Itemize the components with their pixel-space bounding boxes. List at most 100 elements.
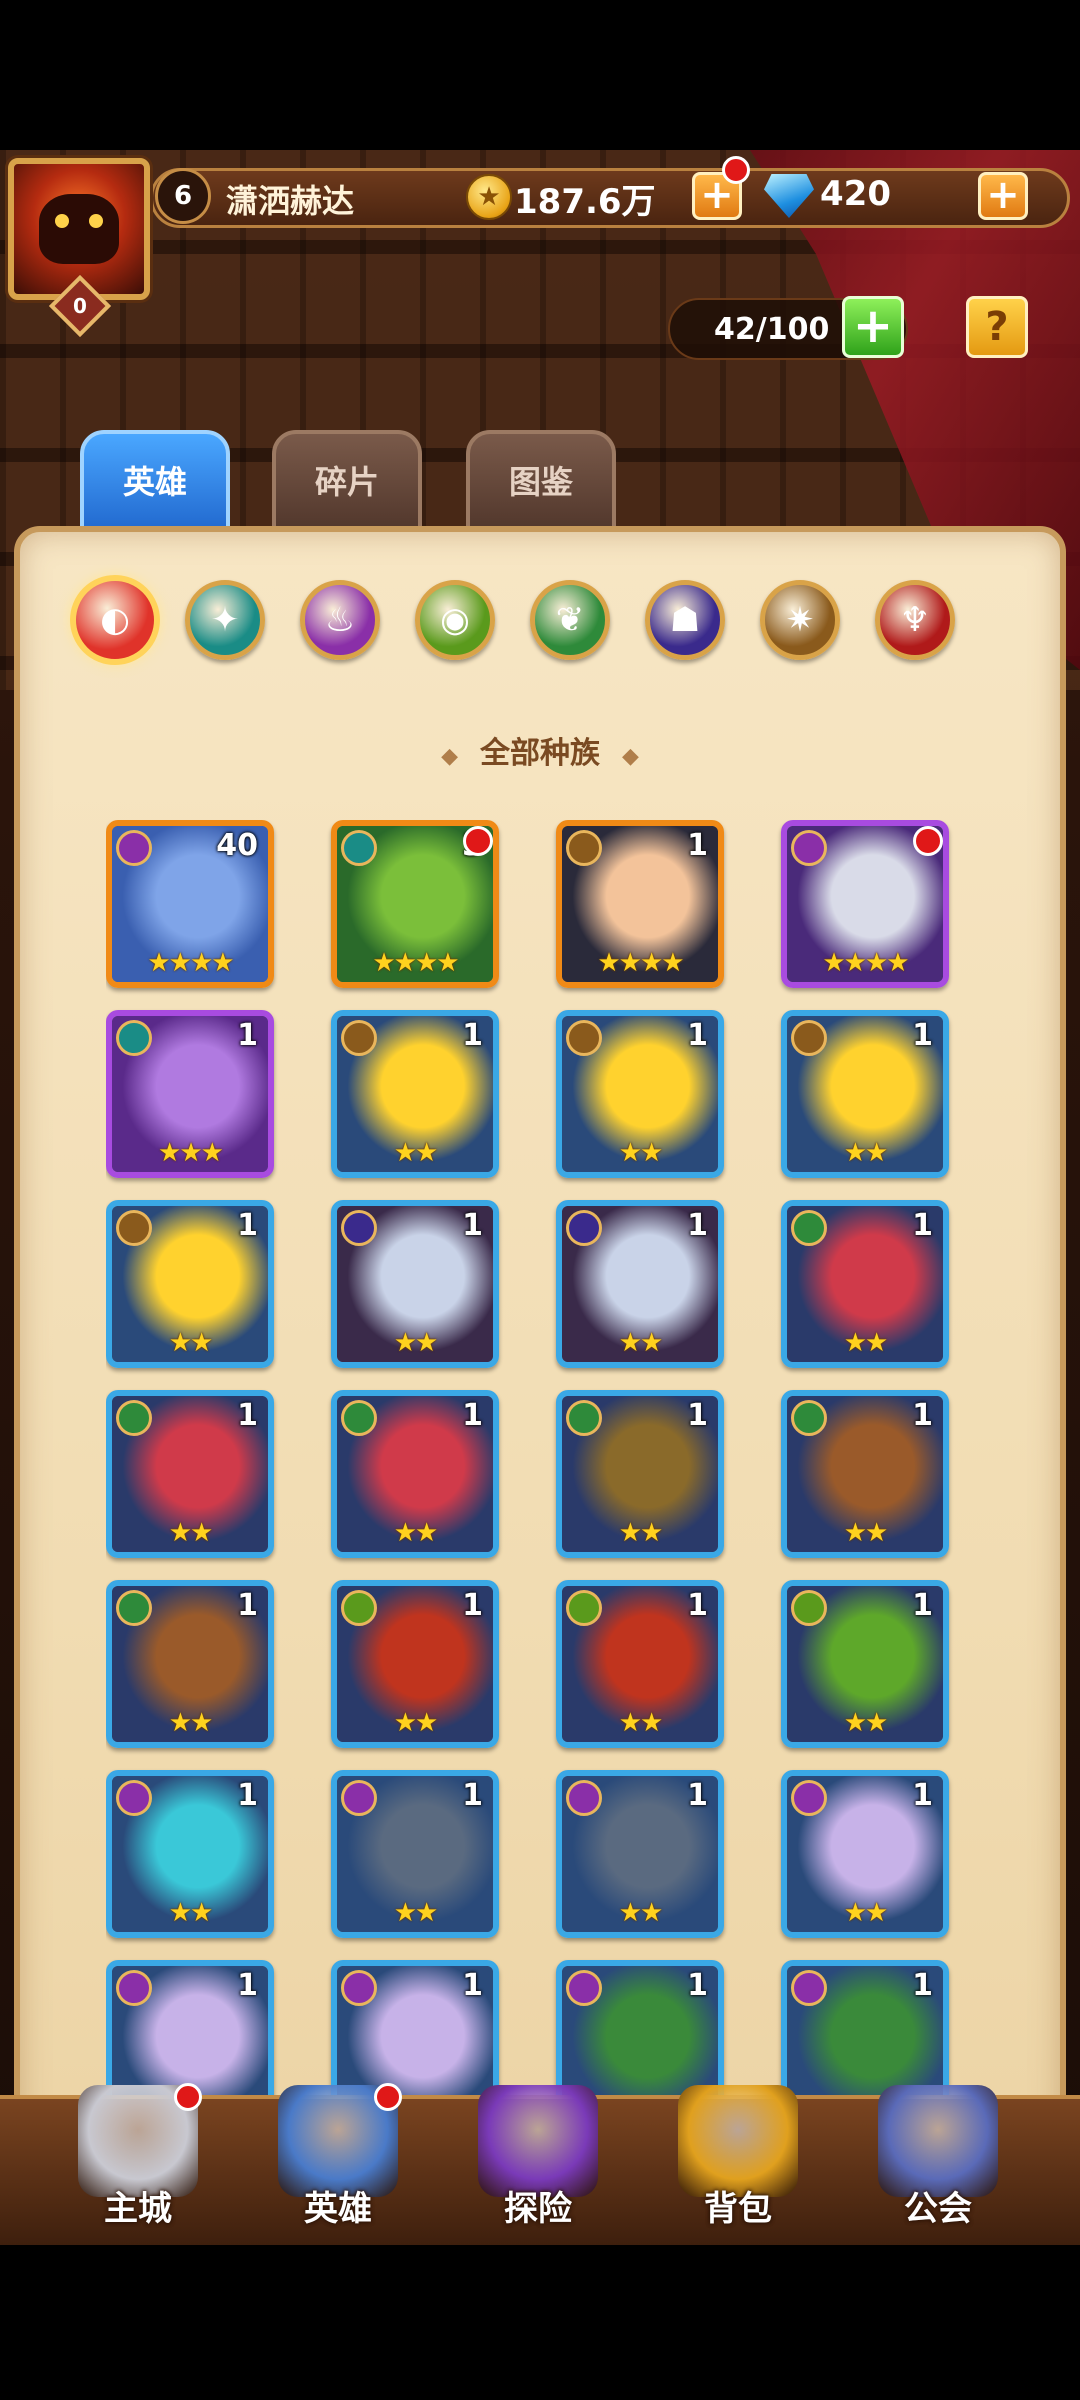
hero-count: 1 <box>462 1588 483 1623</box>
hero-card[interactable]: 1 ★★ <box>331 1580 499 1748</box>
star-rating: ★★★★ <box>372 948 459 978</box>
top-bar: 6 潇洒赫达 ★ 187.6万 + 420 + <box>0 156 1080 242</box>
hero-card[interactable]: 1 ★★★ <box>106 1010 274 1178</box>
filter-race-undead[interactable]: ♨ <box>300 580 380 660</box>
tab-heroes[interactable]: 英雄 <box>80 430 230 540</box>
filter-race-demon[interactable]: ☗ <box>645 580 725 660</box>
hero-card[interactable]: 1 ★★ <box>331 1390 499 1558</box>
nav-label: 背包 <box>704 2189 772 2229</box>
hero-count: 1 <box>237 1968 258 2003</box>
star-rating: ★★ <box>393 1898 439 1928</box>
hero-card[interactable]: 1 ★★ <box>331 1010 499 1178</box>
hero-count: 1 <box>462 1018 483 1053</box>
hero-card[interactable]: 1 ★★ <box>781 1200 949 1368</box>
bottom-navigation: 主城 英雄 探险 背包 公会 <box>0 2083 1080 2245</box>
star-rating: ★★ <box>843 1708 889 1738</box>
filter-race-sea[interactable]: ✦ <box>185 580 265 660</box>
star-rating: ★★ <box>393 1328 439 1358</box>
hero-card[interactable]: ★★★★ <box>781 820 949 988</box>
hero-card[interactable]: 3★★★★ <box>331 820 499 988</box>
nav-bag[interactable]: 背包 <box>648 2085 828 2229</box>
star-rating: ★★ <box>618 1518 664 1548</box>
hero-count: 1 <box>237 1588 258 1623</box>
hero-count: 1 <box>687 1588 708 1623</box>
player-level: 6 <box>155 168 211 224</box>
hero-card[interactable]: 1 ★★ <box>106 1390 274 1558</box>
star-rating: ★★ <box>168 1898 214 1928</box>
hero-card[interactable]: 1 ★★ <box>781 1580 949 1748</box>
race-nature-icon <box>791 1210 827 1246</box>
hero-card[interactable]: 1 ★★ <box>106 1770 274 1938</box>
star-rating: ★★ <box>618 1898 664 1928</box>
hero-count: 40 <box>216 828 258 863</box>
hero-count: 1 <box>912 1208 933 1243</box>
hero-card[interactable]: 1 ★★ <box>106 1200 274 1368</box>
hero-card[interactable]: 1 ★★ <box>556 1770 724 1938</box>
star-rating: ★★ <box>843 1138 889 1168</box>
hero-count: 1 <box>462 1208 483 1243</box>
hero-card[interactable]: 1 ★★ <box>781 1010 949 1178</box>
hero-card[interactable]: 1 ★★ <box>781 1770 949 1938</box>
hero-card[interactable]: 40 ★★★★ <box>106 820 274 988</box>
hero-count: 1 <box>912 1778 933 1813</box>
hero-card[interactable]: 1 ★★ <box>331 1770 499 1938</box>
race-human-icon <box>566 1590 602 1626</box>
tab-fragments[interactable]: 碎片 <box>272 430 422 540</box>
race-undead-icon <box>116 830 152 866</box>
race-undead-icon <box>116 1780 152 1816</box>
race-undead-icon <box>566 1970 602 2006</box>
star-rating: ★★ <box>618 1708 664 1738</box>
hero-card[interactable]: 1 ★★ <box>556 1390 724 1558</box>
hero-count: 1 <box>462 1968 483 2003</box>
star-rating: ★★ <box>618 1328 664 1358</box>
hero-card[interactable]: 1 ★★ <box>556 1010 724 1178</box>
filter-race-mech[interactable]: ✷ <box>760 580 840 660</box>
hero-count: 1 <box>462 1778 483 1813</box>
hero-card[interactable]: 1 ★★ <box>556 1200 724 1368</box>
hero-count: 1 <box>237 1398 258 1433</box>
filter-race-human[interactable]: ◉ <box>415 580 495 660</box>
nav-portal[interactable]: 探险 <box>448 2085 628 2229</box>
notification-dot <box>374 2083 402 2111</box>
race-undead-icon <box>116 1970 152 2006</box>
hero-card[interactable]: 1 ★★ <box>331 1200 499 1368</box>
hero-count: 1 <box>912 1018 933 1053</box>
help-button[interactable]: ? <box>966 296 1028 358</box>
nav-guild[interactable]: 公会 <box>848 2085 1028 2229</box>
add-gems-button[interactable]: + <box>978 172 1028 220</box>
hero-count: 1 <box>912 1968 933 2003</box>
gold-coin-icon: ★ <box>466 174 512 220</box>
star-rating: ★★ <box>168 1518 214 1548</box>
tab-collection[interactable]: 图鉴 <box>466 430 616 540</box>
hero-card[interactable]: 1 ★★ <box>556 1580 724 1748</box>
hero-count: 1 <box>237 1208 258 1243</box>
hero-card[interactable]: 1 ★★ <box>781 1390 949 1558</box>
race-filter-title: ◆ 全部种族 ◆ <box>441 736 639 771</box>
nav-castle[interactable]: 主城 <box>48 2083 228 2229</box>
nav-hero[interactable]: 英雄 <box>248 2083 428 2229</box>
race-undead-icon <box>791 830 827 866</box>
nav-label: 英雄 <box>304 2189 372 2229</box>
race-sea-icon: ✦ <box>210 600 240 640</box>
race-dragon-icon: ♆ <box>899 600 931 640</box>
hero-count: 1 <box>237 1778 258 1813</box>
notification-dot <box>463 826 493 856</box>
notification-dot <box>913 826 943 856</box>
race-sea-icon <box>116 1020 152 1056</box>
race-nature-icon: ❦ <box>555 600 585 640</box>
filter-race-nature[interactable]: ❦ <box>530 580 610 660</box>
filter-race-dragon[interactable]: ♆ <box>875 580 955 660</box>
star-rating: ★★★★ <box>822 948 909 978</box>
game-screen: 6 潇洒赫达 ★ 187.6万 + 420 + 0 42/100 + ? 英雄 … <box>0 150 1080 2245</box>
nav-label: 主城 <box>104 2189 172 2229</box>
race-undead-icon <box>341 1780 377 1816</box>
expand-capacity-button[interactable]: + <box>842 296 904 358</box>
hero-card[interactable]: 1 ★★★★ <box>556 820 724 988</box>
star-rating: ★★ <box>168 1328 214 1358</box>
hero-card[interactable]: 1 ★★ <box>106 1580 274 1748</box>
filter-all-races[interactable]: ◐ <box>70 575 160 665</box>
hero-count: 1 <box>687 1208 708 1243</box>
player-name: 潇洒赫达 <box>226 182 355 220</box>
race-mech-icon <box>116 1210 152 1246</box>
race-nature-icon <box>341 1400 377 1436</box>
